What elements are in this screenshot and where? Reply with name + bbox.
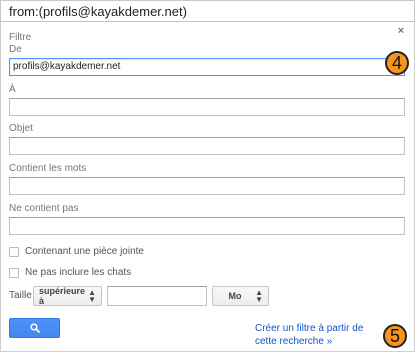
- filter-panel: × Filtre De profils@kayakdemer.net À Obj…: [0, 22, 415, 352]
- size-unit-select[interactable]: Mo ▲ ▼: [212, 286, 269, 306]
- search-icon: [29, 323, 40, 333]
- callout-badge-5: 5: [383, 324, 407, 348]
- no-chats-option[interactable]: Ne pas inclure les chats: [9, 267, 131, 278]
- no-chats-checkbox[interactable]: [9, 267, 19, 278]
- search-query[interactable]: from:(profils@kayakdemer.net): [9, 4, 187, 19]
- has-words-label: Contient les mots: [9, 163, 87, 174]
- to-label: À: [9, 84, 16, 95]
- has-attachment-option[interactable]: Contenant une pièce jointe: [9, 246, 144, 257]
- doesnt-have-label: Ne contient pas: [9, 203, 79, 214]
- size-operator-select[interactable]: supérieure à ▲ ▼: [33, 286, 102, 306]
- has-words-field[interactable]: [9, 177, 405, 195]
- doesnt-have-field[interactable]: [9, 217, 405, 235]
- search-button[interactable]: [9, 318, 60, 338]
- updown-arrows-icon: ▲ ▼: [88, 288, 96, 304]
- filter-title: Filtre: [9, 32, 32, 43]
- from-field[interactable]: profils@kayakdemer.net: [9, 58, 405, 76]
- size-label: Taille: [9, 290, 32, 301]
- updown-arrows-icon: ▲ ▼: [255, 288, 263, 304]
- search-bar[interactable]: from:(profils@kayakdemer.net): [0, 0, 415, 22]
- create-filter-link[interactable]: Créer un filtre à partir de cette recher…: [255, 322, 385, 348]
- size-operator-value: supérieure à: [39, 286, 86, 306]
- from-label: De: [9, 44, 22, 55]
- subject-label: Objet: [9, 123, 33, 134]
- size-row: Taille supérieure à ▲ ▼ Mo ▲ ▼: [9, 286, 409, 306]
- to-field[interactable]: [9, 98, 405, 116]
- size-unit-value: Mo: [228, 291, 242, 301]
- size-value-input[interactable]: [107, 286, 207, 306]
- callout-badge-4: 4: [385, 51, 409, 75]
- subject-field[interactable]: [9, 137, 405, 155]
- no-chats-label: Ne pas inclure les chats: [25, 267, 132, 278]
- close-icon[interactable]: ×: [396, 26, 406, 37]
- has-attachment-checkbox[interactable]: [9, 246, 19, 257]
- has-attachment-label: Contenant une pièce jointe: [25, 246, 144, 257]
